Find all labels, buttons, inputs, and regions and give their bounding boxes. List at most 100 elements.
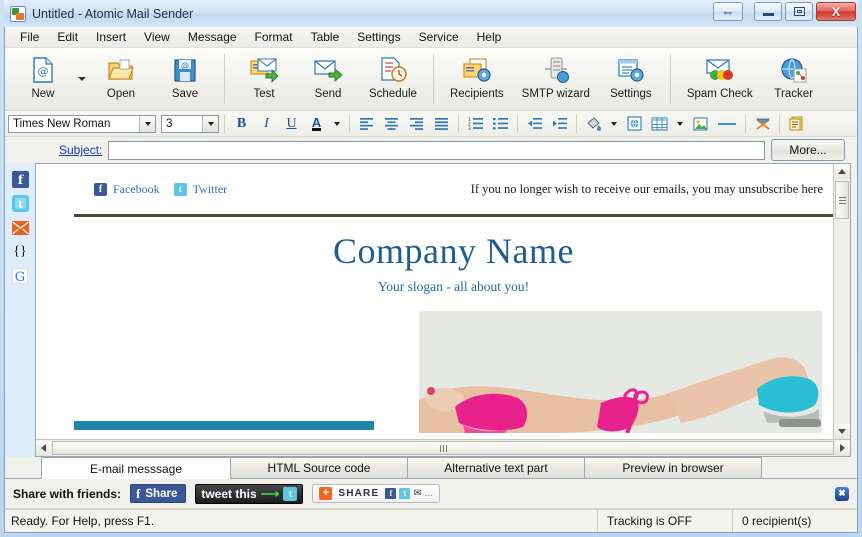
insert-image-button[interactable] [689,112,712,135]
underline-button[interactable]: U [280,112,303,135]
font-size-select[interactable]: 3 [161,114,219,133]
hero-image[interactable] [419,311,822,433]
font-color-button[interactable]: A [305,112,328,135]
twitter-link[interactable]: Twitter [193,182,227,197]
tab-preview-in-browser[interactable]: Preview in browser [584,457,762,478]
maximize-button[interactable] [785,2,813,21]
menu-item-view[interactable]: View [135,28,179,46]
settings-gear-icon [617,53,645,87]
background-color-button[interactable] [582,112,605,135]
more-button[interactable]: More... [771,139,845,161]
insert-template-button[interactable] [785,112,808,135]
tab-email-message[interactable]: E-mail messsage [41,457,231,479]
bold-button[interactable]: B [230,112,253,135]
google-icon[interactable]: G [12,267,29,284]
outdent-button[interactable] [523,112,546,135]
horizontal-scroll-thumb[interactable] [52,441,834,455]
collapse-panel-icon[interactable]: ✖ [835,486,849,501]
menu-item-format[interactable]: Format [246,28,302,46]
close-button[interactable]: X [816,2,856,21]
title-bar: Untitled - Atomic Mail Sender ⇔ X [4,0,858,27]
horizontal-rule-button[interactable] [714,112,740,135]
resize-arrows-icon[interactable]: ⇔ [713,2,743,21]
menu-item-help[interactable]: Help [468,28,511,46]
insert-table-icon [651,117,668,130]
scroll-right-button[interactable] [835,440,850,456]
test-button[interactable]: Test [232,48,296,110]
editor-area: f t {} G f Facebook t Twitter If you no … [5,163,857,457]
menu-item-message[interactable]: Message [179,28,246,46]
editor-vertical-scrollbar[interactable] [833,164,850,439]
font-family-select[interactable]: Times New Roman [8,114,156,133]
send-button[interactable]: Send [296,48,360,110]
tab-html-source-code[interactable]: HTML Source code [230,457,408,478]
insert-image-icon [693,117,708,130]
status-message: Ready. For Help, press F1. [5,510,598,532]
email-icon[interactable] [11,219,29,236]
window-controls: ⇔ X [713,2,856,21]
save-button[interactable]: @ Save [153,48,217,110]
spam-check-button[interactable]: Spam Check [678,48,762,110]
menu-item-edit[interactable]: Edit [48,28,87,46]
email-icon[interactable]: ✉ [413,488,421,499]
facebook-link[interactable]: Facebook [113,182,160,197]
application-window: Untitled - Atomic Mail Sender ⇔ X File E… [0,0,862,537]
subject-input[interactable] [108,140,765,160]
email-canvas[interactable]: f Facebook t Twitter If you no longer wi… [36,164,833,439]
menu-item-table[interactable]: Table [302,28,349,46]
smtp-wizard-button[interactable]: SMTP wizard [513,48,599,110]
decrease-indent-icon [527,118,542,129]
addthis-share-button[interactable]: + SHARE f t ✉ ... [312,484,441,503]
font-color-dropdown-arrow[interactable] [330,112,344,135]
unsubscribe-text[interactable]: If you no longer wish to receive our ema… [471,182,823,197]
background-color-dropdown-arrow[interactable] [607,112,621,135]
italic-button[interactable]: I [255,112,278,135]
scroll-left-button[interactable] [36,440,51,456]
horizontal-line-icon [718,122,736,125]
remove-link-button[interactable] [751,112,774,135]
tweet-this-button[interactable]: tweet this ⟶ t [195,483,304,504]
facebook-icon[interactable]: f [11,171,29,188]
menu-item-settings[interactable]: Settings [348,28,409,46]
smtp-wizard-button-label: SMTP wizard [521,88,590,100]
align-left-button[interactable] [355,112,378,135]
align-justify-button[interactable] [430,112,453,135]
align-center-button[interactable] [380,112,403,135]
settings-button[interactable]: Settings [599,48,663,110]
svg-text:3: 3 [468,126,471,130]
tracker-button-label: Tracker [774,88,813,100]
new-button[interactable]: @ New [11,48,75,110]
recipients-button[interactable]: Recipients [441,48,513,110]
spam-check-icon [705,53,735,87]
insert-link-button[interactable] [623,112,646,135]
twitter-icon[interactable]: t [399,488,411,499]
facebook-share-button[interactable]: f Share [130,484,187,503]
scroll-up-button[interactable] [834,164,850,179]
facebook-icon[interactable]: f [385,488,397,499]
tracker-button[interactable]: Tracker [762,48,826,110]
new-dropdown-arrow[interactable] [75,48,89,110]
insert-table-dropdown-arrow[interactable] [673,112,687,135]
vertical-scroll-thumb[interactable] [835,181,849,219]
macro-icon[interactable]: {} [12,243,29,260]
subject-label[interactable]: Subject: [59,143,102,157]
menu-item-insert[interactable]: Insert [87,28,135,46]
floppy-disk-icon: @ [172,53,198,87]
menu-item-service[interactable]: Service [410,28,468,46]
editor-horizontal-scrollbar[interactable] [36,439,850,456]
unordered-list-button[interactable] [489,112,512,135]
scroll-down-button[interactable] [834,424,850,439]
more-options-label[interactable]: ... [425,488,433,499]
twitter-icon[interactable]: t [11,195,29,212]
schedule-button[interactable]: Schedule [360,48,426,110]
ordered-list-button[interactable]: 123 [464,112,487,135]
template-header: f Facebook t Twitter If you no longer wi… [74,164,833,214]
open-button[interactable]: Open [89,48,153,110]
menu-item-file[interactable]: File [11,28,48,46]
tab-alternative-text-part[interactable]: Alternative text part [407,457,585,478]
format-separator-4 [517,114,518,133]
align-right-button[interactable] [405,112,428,135]
minimize-button[interactable] [754,2,782,21]
insert-table-button[interactable] [648,112,671,135]
indent-button[interactable] [548,112,571,135]
